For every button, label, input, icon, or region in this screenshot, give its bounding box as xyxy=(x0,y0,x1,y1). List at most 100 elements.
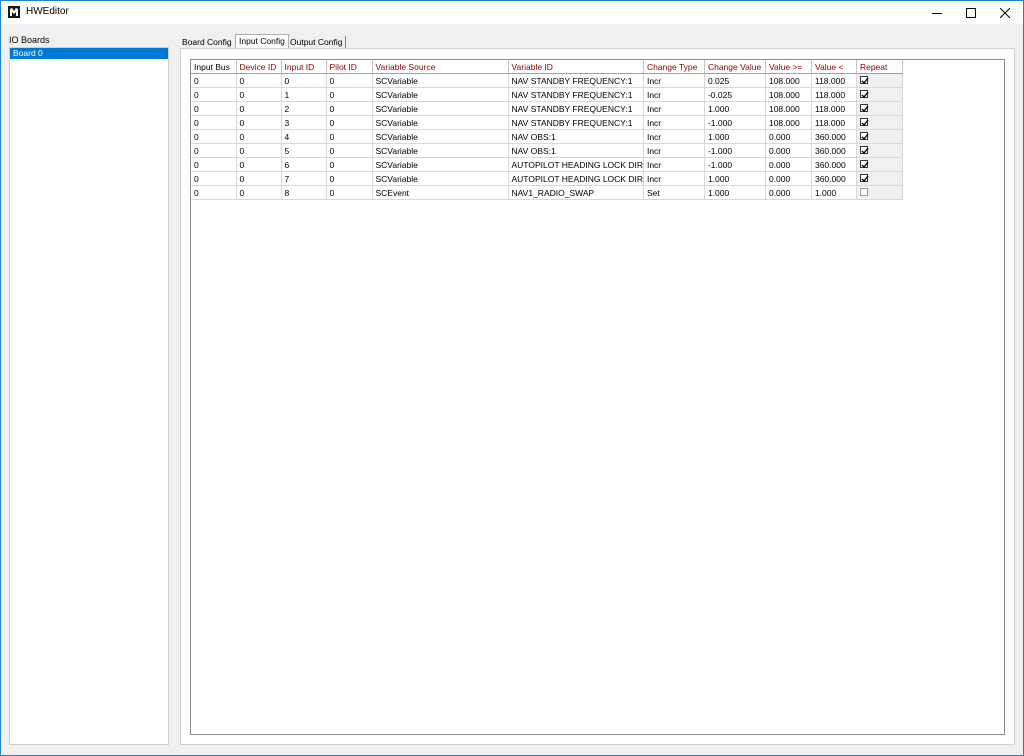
table-cell[interactable]: NAV1_RADIO_SWAP xyxy=(508,185,644,200)
table-cell[interactable]: 3 xyxy=(281,115,327,130)
table-cell[interactable]: -0.025 xyxy=(704,87,766,102)
table-cell[interactable]: Incr xyxy=(643,115,705,130)
table-cell[interactable]: Incr xyxy=(643,129,705,144)
table-row[interactable]: 0 0 6 0 SCVariable AUTOPILOT HEADING LOCK DIR… xyxy=(191,157,903,172)
table-row[interactable]: 0 0 1 0 SCVariable NAV STANDBY FREQUENCY:1 Inc… xyxy=(191,87,903,102)
tab-input-config[interactable]: Input Config xyxy=(235,34,289,49)
table-cell[interactable]: 0 xyxy=(236,101,282,116)
table-cell[interactable]: 0 xyxy=(326,143,373,158)
table-cell[interactable]: 0.000 xyxy=(765,171,812,186)
table-cell[interactable]: 0 xyxy=(191,157,237,172)
table-cell[interactable]: 1.000 xyxy=(704,185,766,200)
repeat-checkbox[interactable] xyxy=(859,188,868,197)
table-row[interactable]: 0 0 8 0 SCEvent NAV1_RADIO_SWAP Set 1.000 0.000 1… xyxy=(191,185,903,200)
table-cell[interactable]: 8 xyxy=(281,185,327,200)
table-cell[interactable]: 1.000 xyxy=(704,101,766,116)
column-header[interactable]: Change Value xyxy=(704,60,766,74)
table-cell[interactable]: 360.000 xyxy=(811,143,857,158)
repeat-checkbox[interactable] xyxy=(859,90,869,99)
table-cell[interactable]: 1.000 xyxy=(704,129,766,144)
repeat-checkbox[interactable] xyxy=(859,76,869,85)
table-cell[interactable]: -1.000 xyxy=(704,115,766,130)
table-cell[interactable]: 108.000 xyxy=(765,115,812,130)
table-cell[interactable]: 0.000 xyxy=(765,185,812,200)
table-cell[interactable]: 118.000 xyxy=(811,115,857,130)
table-cell[interactable]: 0 xyxy=(326,185,373,200)
table-row[interactable]: 0 0 4 0 SCVariable NAV OBS:1 Incr 1.000 0.000 360… xyxy=(191,129,903,144)
table-cell[interactable]: Incr xyxy=(643,73,705,88)
table-cell[interactable]: 0 xyxy=(236,157,282,172)
column-header[interactable]: Input ID xyxy=(281,60,327,74)
repeat-checkbox[interactable] xyxy=(859,160,869,169)
table-cell[interactable]: 108.000 xyxy=(765,87,812,102)
table-cell[interactable]: SCVariable xyxy=(372,115,509,130)
table-cell[interactable]: SCVariable xyxy=(372,171,509,186)
table-cell[interactable]: 360.000 xyxy=(811,171,857,186)
table-cell[interactable]: NAV STANDBY FREQUENCY:1 xyxy=(508,73,644,88)
column-header[interactable]: Repeat xyxy=(856,60,903,74)
table-cell[interactable]: NAV OBS:1 xyxy=(508,143,644,158)
board-list[interactable]: Board 0 xyxy=(9,47,169,745)
table-cell[interactable]: 0 xyxy=(191,143,237,158)
table-cell[interactable]: 0 xyxy=(326,171,373,186)
table-cell[interactable]: SCVariable xyxy=(372,87,509,102)
table-cell[interactable]: 0 xyxy=(326,101,373,116)
repeat-checkbox[interactable] xyxy=(859,104,869,113)
title-bar[interactable]: HWEditor xyxy=(1,1,1023,24)
table-cell[interactable]: SCVariable xyxy=(372,129,509,144)
table-cell[interactable]: 0 xyxy=(191,73,237,88)
table-cell[interactable]: NAV OBS:1 xyxy=(508,129,644,144)
table-cell[interactable]: 0 xyxy=(236,129,282,144)
table-cell[interactable]: SCEvent xyxy=(372,185,509,200)
table-cell[interactable]: Incr xyxy=(643,157,705,172)
table-cell[interactable]: NAV STANDBY FREQUENCY:1 xyxy=(508,115,644,130)
column-header[interactable]: Variable ID xyxy=(508,60,644,74)
table-cell[interactable]: 0.000 xyxy=(765,157,812,172)
table-cell[interactable]: 0 xyxy=(326,87,373,102)
table-cell[interactable]: 108.000 xyxy=(765,73,812,88)
table-cell[interactable]: -1.000 xyxy=(704,143,766,158)
column-header[interactable]: Pilot ID xyxy=(326,60,373,74)
table-cell[interactable]: Incr xyxy=(643,143,705,158)
table-cell[interactable]: 1.000 xyxy=(704,171,766,186)
table-cell[interactable]: 1 xyxy=(281,87,327,102)
table-cell[interactable]: 0 xyxy=(191,129,237,144)
table-cell[interactable]: -1.000 xyxy=(704,157,766,172)
table-cell[interactable]: 2 xyxy=(281,101,327,116)
table-cell[interactable]: 5 xyxy=(281,143,327,158)
repeat-checkbox[interactable] xyxy=(859,174,869,183)
table-cell[interactable]: 7 xyxy=(281,171,327,186)
table-cell[interactable]: 0 xyxy=(236,73,282,88)
table-cell[interactable]: Incr xyxy=(643,171,705,186)
table-cell[interactable]: 0 xyxy=(281,73,327,88)
table-cell[interactable]: Incr xyxy=(643,87,705,102)
table-cell[interactable]: 0 xyxy=(236,115,282,130)
table-row[interactable]: 0 0 3 0 SCVariable NAV STANDBY FREQUENCY:1 Inc… xyxy=(191,115,903,130)
input-config-grid[interactable]: Input Bus Device ID Input ID Pilot ID Va… xyxy=(190,59,1005,735)
table-cell[interactable]: 0 xyxy=(326,157,373,172)
column-header[interactable]: Variable Source xyxy=(372,60,509,74)
maximize-button[interactable] xyxy=(953,1,989,24)
table-cell[interactable]: 0 xyxy=(191,115,237,130)
column-header[interactable]: Value < xyxy=(811,60,857,74)
table-cell[interactable]: 0 xyxy=(326,129,373,144)
table-cell[interactable]: NAV STANDBY FREQUENCY:1 xyxy=(508,101,644,116)
table-cell[interactable]: 0 xyxy=(191,87,237,102)
table-cell[interactable]: SCVariable xyxy=(372,101,509,116)
table-row[interactable]: 0 0 7 0 SCVariable AUTOPILOT HEADING LOCK DIR… xyxy=(191,171,903,186)
repeat-checkbox[interactable] xyxy=(859,132,869,141)
repeat-checkbox[interactable] xyxy=(859,146,869,155)
table-cell[interactable]: 118.000 xyxy=(811,101,857,116)
table-row[interactable]: 0 0 5 0 SCVariable NAV OBS:1 Incr -1.000 0.000 36… xyxy=(191,143,903,158)
column-header[interactable]: Device ID xyxy=(236,60,282,74)
column-header[interactable]: Change Type xyxy=(643,60,705,74)
tab-board-config[interactable]: Board Config xyxy=(182,36,232,48)
table-cell[interactable]: 108.000 xyxy=(765,101,812,116)
table-cell[interactable]: SCVariable xyxy=(372,73,509,88)
table-cell[interactable]: 0 xyxy=(191,101,237,116)
table-cell[interactable]: 0 xyxy=(191,185,237,200)
table-cell[interactable]: 4 xyxy=(281,129,327,144)
table-cell[interactable]: 0.000 xyxy=(765,143,812,158)
board-list-item[interactable]: Board 0 xyxy=(10,48,168,59)
table-row[interactable]: 0 0 0 0 SCVariable NAV STANDBY FREQUENCY:1 Inc… xyxy=(191,73,903,88)
